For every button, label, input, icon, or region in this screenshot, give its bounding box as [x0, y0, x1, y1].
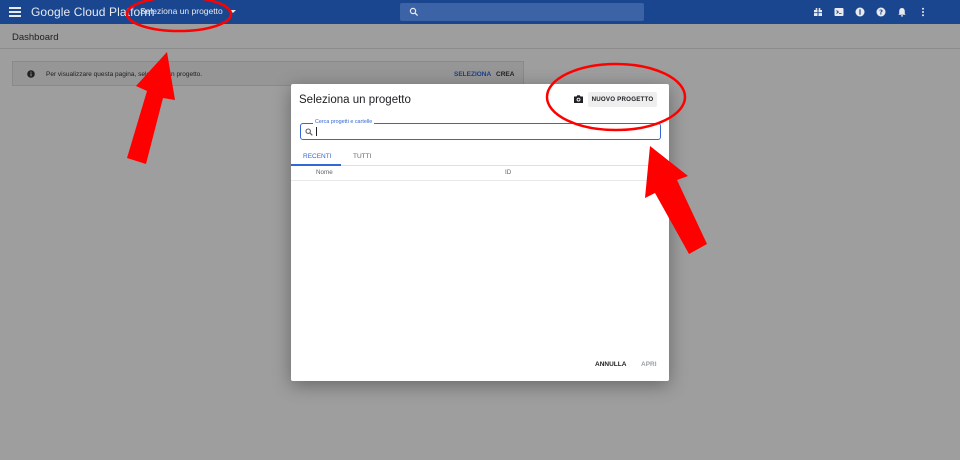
info-banner: Per visualizzare questa pagina, selezion…	[12, 61, 524, 86]
chevron-down-icon	[229, 9, 236, 13]
project-selector[interactable]: Seleziona un progetto	[140, 6, 236, 16]
dialog-actions: ANNULLA APRI	[291, 358, 669, 372]
gift-icon[interactable]	[812, 6, 823, 17]
search-projects-input[interactable]: Cerca progetti e cartelle	[300, 119, 661, 140]
search-icon	[409, 7, 419, 17]
select-project-link[interactable]: SELEZIONA	[454, 71, 491, 78]
open-button[interactable]: APRI	[641, 361, 657, 368]
tab-bar: RECENTI TUTTI	[291, 151, 669, 166]
search-icon	[305, 128, 313, 136]
create-project-link[interactable]: CREA	[496, 71, 514, 78]
notes-icon[interactable]	[854, 6, 865, 17]
tab-tutti[interactable]: TUTTI	[353, 153, 371, 160]
svg-text:?: ?	[878, 8, 882, 16]
more-vert-icon[interactable]	[917, 6, 928, 17]
banner-message: Per visualizzare questa pagina, selezion…	[46, 71, 203, 78]
top-app-bar: Google Cloud Platform Seleziona un proge…	[0, 0, 960, 24]
new-project-button[interactable]: NUOVO PROGETTO	[588, 92, 657, 107]
table-header: Nome ID	[291, 166, 669, 181]
column-header-name[interactable]: Nome	[316, 169, 333, 176]
page-title: Dashboard	[12, 32, 59, 43]
text-cursor	[316, 127, 317, 136]
cancel-button[interactable]: ANNULLA	[595, 361, 626, 368]
bell-icon[interactable]	[896, 6, 907, 17]
project-selector-label: Seleziona un progetto	[140, 6, 223, 16]
page-header: Dashboard	[0, 24, 960, 49]
help-icon[interactable]: ?	[875, 6, 886, 17]
terminal-icon[interactable]	[833, 6, 844, 17]
dialog-title: Seleziona un progetto	[299, 94, 411, 106]
search-field-label: Cerca progetti e cartelle	[313, 119, 375, 125]
search-bar[interactable]	[400, 3, 644, 21]
brand-title[interactable]: Google Cloud Platform	[31, 5, 155, 19]
top-actions: ?	[812, 6, 928, 17]
column-header-id[interactable]: ID	[505, 169, 511, 176]
menu-icon[interactable]	[9, 7, 21, 17]
tab-recenti[interactable]: RECENTI	[303, 153, 332, 160]
new-folder-icon[interactable]	[573, 94, 584, 104]
info-icon	[27, 70, 35, 78]
select-project-dialog: Seleziona un progetto NUOVO PROGETTO Cer…	[291, 84, 669, 381]
